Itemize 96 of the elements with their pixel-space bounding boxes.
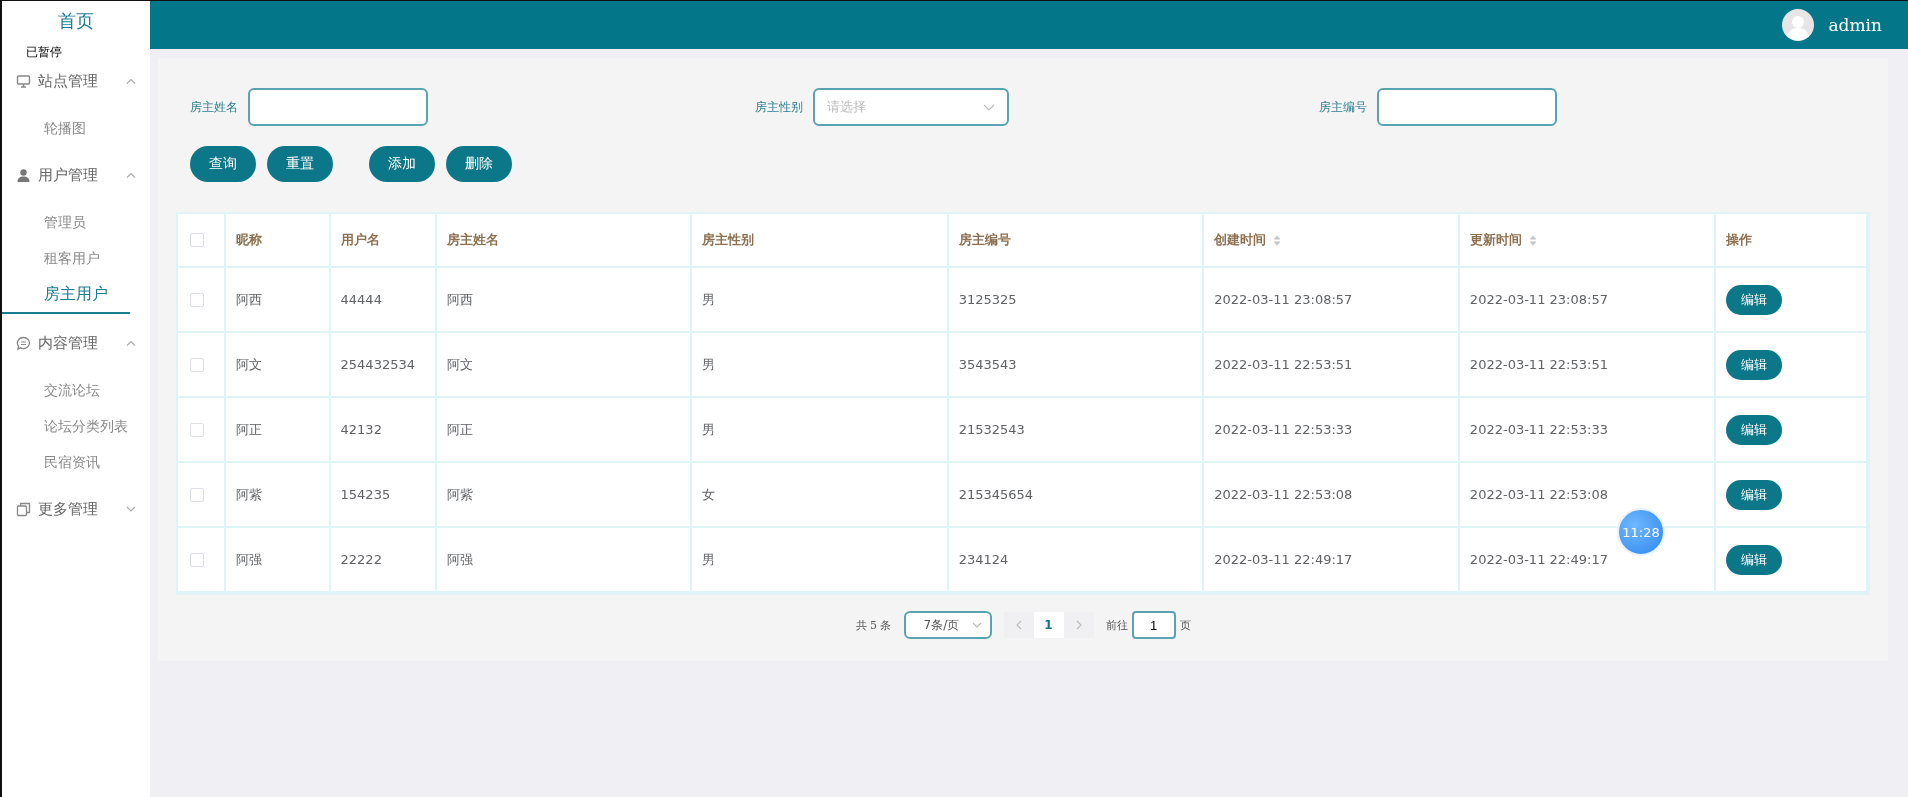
total-count: 共 5 条 (855, 617, 892, 633)
table-cell: 阿文 (235, 355, 262, 374)
table-cell: 阿西 (446, 290, 473, 309)
table-cell: 阿文 (446, 355, 473, 374)
menu-group[interactable]: 用户管理 (2, 157, 150, 193)
sort-icon (1528, 234, 1537, 246)
checkbox[interactable] (190, 357, 204, 372)
edit-button[interactable]: 编辑 (1726, 349, 1783, 380)
column-header: 用户名 (340, 231, 380, 249)
page-size-select[interactable]: 7条/页 (903, 611, 992, 639)
table-cell: 234124 (958, 552, 1009, 567)
goto-page-field[interactable]: 1 (1131, 611, 1176, 639)
action-button[interactable]: 添加 (369, 146, 435, 182)
menu-group[interactable]: 更多管理 (2, 491, 150, 527)
monitor-icon (16, 73, 31, 89)
user-name[interactable]: admin (1828, 15, 1882, 35)
menu-item[interactable]: 房主用户 (2, 276, 130, 314)
field-label: 房主姓名 (190, 98, 238, 116)
table-cell: 2022-03-11 22:49:17 (1214, 552, 1353, 567)
copy-icon (16, 501, 31, 517)
recorder-status: 已暂停 (25, 45, 63, 59)
home-link[interactable]: 首页 (2, 1, 150, 35)
table-cell: 2022-03-11 22:53:08 (1214, 487, 1353, 502)
header-cell[interactable]: 更新时间 (1459, 214, 1717, 268)
checkbox[interactable] (190, 292, 204, 307)
table-cell: 2022-03-11 22:53:51 (1214, 357, 1353, 372)
action-button[interactable]: 删除 (446, 146, 512, 182)
edit-button[interactable]: 编辑 (1726, 284, 1783, 315)
column-header: 房主编号 (958, 231, 1011, 249)
edit-button[interactable]: 编辑 (1726, 544, 1783, 575)
table-cell: 阿西 (235, 290, 262, 309)
menu-item[interactable]: 民宿资讯 (2, 444, 150, 480)
chat-icon (16, 335, 31, 351)
table-cell: 2022-03-11 22:53:08 (1469, 487, 1608, 502)
edit-button[interactable]: 编辑 (1726, 479, 1783, 510)
table-cell: 女 (702, 485, 716, 504)
column-header: 房主姓名 (446, 231, 499, 249)
avatar-icon (1782, 9, 1815, 41)
table-cell: 阿紫 (235, 485, 262, 504)
query-button[interactable]: 查询 (190, 146, 256, 182)
checkbox[interactable] (190, 422, 204, 437)
chevron-left-icon (1015, 620, 1022, 630)
table-cell: 3543543 (958, 357, 1017, 372)
checkbox[interactable] (190, 487, 204, 502)
field-label: 房主编号 (1319, 98, 1368, 116)
table-cell: 男 (702, 290, 716, 309)
chevron-down-icon (982, 103, 995, 111)
checkbox[interactable] (190, 233, 204, 247)
chevron-right-icon (1075, 620, 1082, 630)
menu-item[interactable]: 租客用户 (2, 240, 150, 276)
table-cell: 254432534 (340, 357, 415, 372)
table-cell: 阿紫 (446, 485, 473, 504)
table-cell: 男 (702, 355, 716, 374)
menu-item[interactable]: 论坛分类列表 (2, 408, 150, 444)
table-cell: 3125325 (958, 292, 1017, 307)
table-cell: 2022-03-11 23:08:57 (1214, 292, 1353, 307)
input-field[interactable] (1377, 88, 1558, 126)
table-cell: 阿正 (446, 420, 473, 439)
table-cell: 154235 (340, 487, 391, 502)
menu-item[interactable]: 管理员 (2, 204, 150, 240)
table-cell: 男 (702, 550, 716, 569)
edit-button[interactable]: 编辑 (1726, 414, 1783, 445)
checkbox[interactable] (190, 552, 204, 567)
menu-item[interactable]: 交流论坛 (2, 372, 150, 408)
column-header: 昵称 (235, 231, 262, 249)
table-cell: 21532543 (958, 422, 1025, 437)
goto-label: 前往 (1105, 617, 1128, 633)
chevron-down-icon (971, 622, 982, 628)
sort-icon (1273, 234, 1282, 246)
user-icon (16, 167, 31, 183)
page-suffix: 页 (1179, 617, 1191, 633)
menu-group[interactable]: 内容管理 (2, 325, 150, 361)
menu-group[interactable]: 站点管理 (2, 63, 150, 99)
table-cell: 阿正 (235, 420, 262, 439)
page-number[interactable]: 1 (1033, 612, 1064, 638)
field-label: 房主性别 (754, 98, 803, 116)
input-field[interactable] (248, 88, 428, 126)
table-cell: 2022-03-11 22:53:33 (1214, 422, 1353, 437)
table-cell: 42132 (340, 422, 382, 437)
table-cell: 215345654 (958, 487, 1034, 502)
table-cell: 2022-03-11 23:08:57 (1469, 292, 1608, 307)
query-button[interactable]: 重置 (267, 146, 333, 182)
table-cell: 2022-03-11 22:49:17 (1469, 552, 1608, 567)
table-cell: 22222 (340, 552, 382, 567)
table-cell: 2022-03-11 22:53:33 (1469, 422, 1608, 437)
column-header: 操作 (1726, 231, 1753, 249)
table-cell: 阿强 (446, 550, 473, 569)
column-header: 创建时间 (1214, 231, 1267, 249)
column-header: 更新时间 (1469, 231, 1522, 249)
table-cell: 男 (702, 420, 716, 439)
menu-item[interactable]: 轮播图 (2, 110, 150, 146)
table-cell: 阿强 (235, 550, 262, 569)
header-cell[interactable]: 创建时间 (1204, 214, 1460, 268)
table-cell: 2022-03-11 22:53:51 (1469, 357, 1608, 372)
table-cell: 44444 (340, 292, 382, 307)
column-header: 房主性别 (702, 231, 755, 249)
